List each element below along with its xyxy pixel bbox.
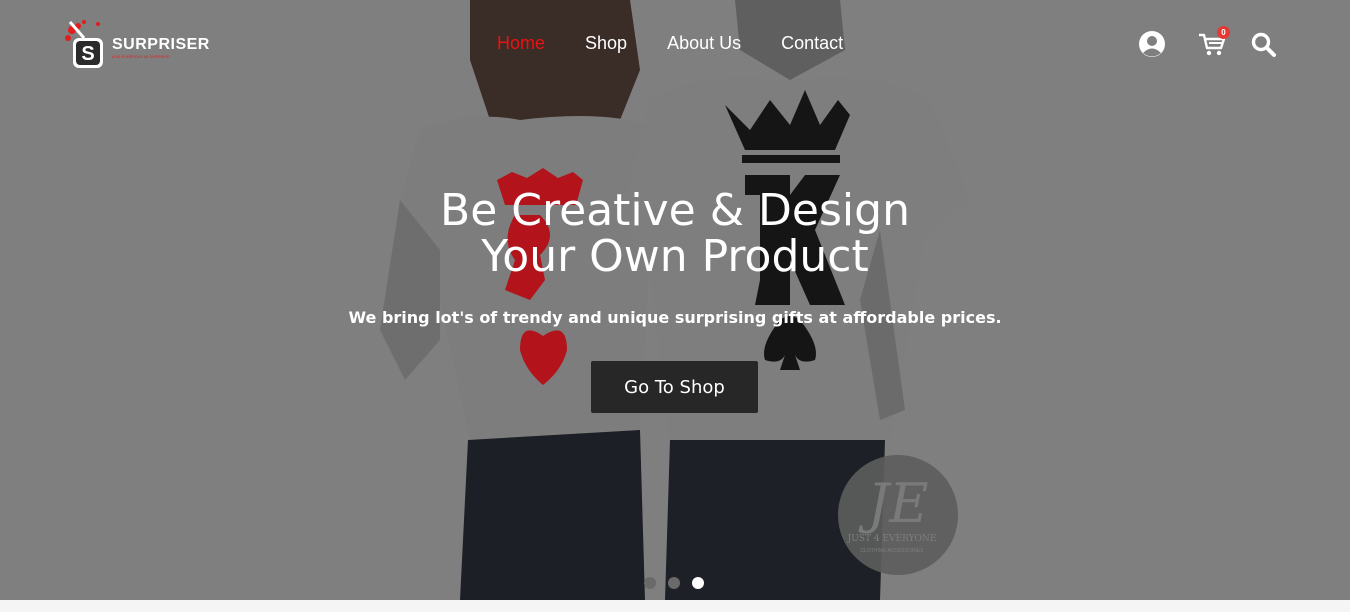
- cart-count-badge: 0: [1217, 26, 1230, 39]
- gift-s-logo-icon: S: [65, 20, 103, 68]
- slider-dot-3[interactable]: [692, 577, 704, 589]
- main-nav: Home Shop About Us Contact: [497, 33, 883, 54]
- hero-slider: JE JUST 4 EVERYONE CLOTHING ACCESSORIES …: [0, 0, 1350, 600]
- hero-subtitle: We bring lot's of trendy and unique surp…: [348, 308, 1002, 327]
- slider-dot-1[interactable]: [644, 577, 656, 589]
- hero-headline-line-1: Be Creative & Design: [440, 185, 910, 236]
- brand-logo[interactable]: S SURPRISER LIVE EVERYDAY IN SURPRISE: [62, 18, 212, 70]
- slider-dot-2[interactable]: [668, 577, 680, 589]
- hero-headline-line-2: Your Own Product: [481, 231, 869, 282]
- slider-pagination: [644, 577, 716, 589]
- search-icon: [1251, 32, 1276, 57]
- brand-tagline: LIVE EVERYDAY IN SURPRISE: [112, 54, 170, 59]
- hero-headline: Be Creative & Design Your Own Product: [0, 188, 1350, 280]
- nav-about-us[interactable]: About Us: [667, 33, 741, 54]
- top-navbar: S SURPRISER LIVE EVERYDAY IN SURPRISE Ho…: [0, 0, 1350, 90]
- go-to-shop-button[interactable]: Go To Shop: [591, 361, 758, 413]
- search-button[interactable]: [1250, 30, 1278, 58]
- brand-name: SURPRISER: [112, 36, 210, 53]
- watermark-sub-text: CLOTHING ACCESSORIES: [860, 548, 924, 554]
- nav-shop[interactable]: Shop: [585, 33, 627, 54]
- hero-overlay: [0, 0, 1350, 600]
- account-button[interactable]: [1138, 30, 1166, 58]
- header-actions: 0: [1138, 26, 1278, 58]
- page-below-hero: [0, 600, 1350, 612]
- user-circle-icon: [1139, 31, 1165, 57]
- svg-text:S: S: [81, 43, 94, 65]
- nav-home[interactable]: Home: [497, 33, 545, 54]
- nav-contact[interactable]: Contact: [781, 33, 843, 54]
- watermark-brand-text: JUST 4 EVERYONE: [847, 534, 937, 544]
- cart-button[interactable]: 0: [1198, 26, 1230, 58]
